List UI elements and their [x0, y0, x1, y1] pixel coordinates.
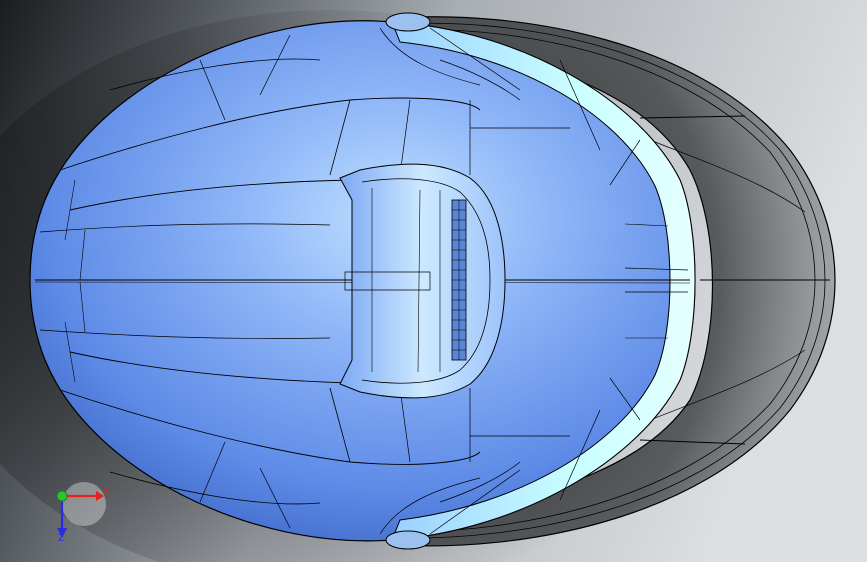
triad-shadow — [62, 482, 106, 526]
z-axis-label: Z — [58, 533, 65, 544]
x-axis-label: X — [103, 486, 110, 497]
visor-pivot-top — [385, 12, 431, 32]
visor-pivot-bottom — [385, 530, 431, 550]
model-canvas[interactable] — [0, 0, 867, 562]
vent-grille — [451, 199, 467, 361]
graphics-viewport[interactable]: X Z — [0, 0, 867, 562]
y-axis-dot — [56, 490, 68, 502]
top-vent[interactable] — [339, 163, 506, 399]
view-orientation-triad: X Z — [40, 478, 120, 548]
